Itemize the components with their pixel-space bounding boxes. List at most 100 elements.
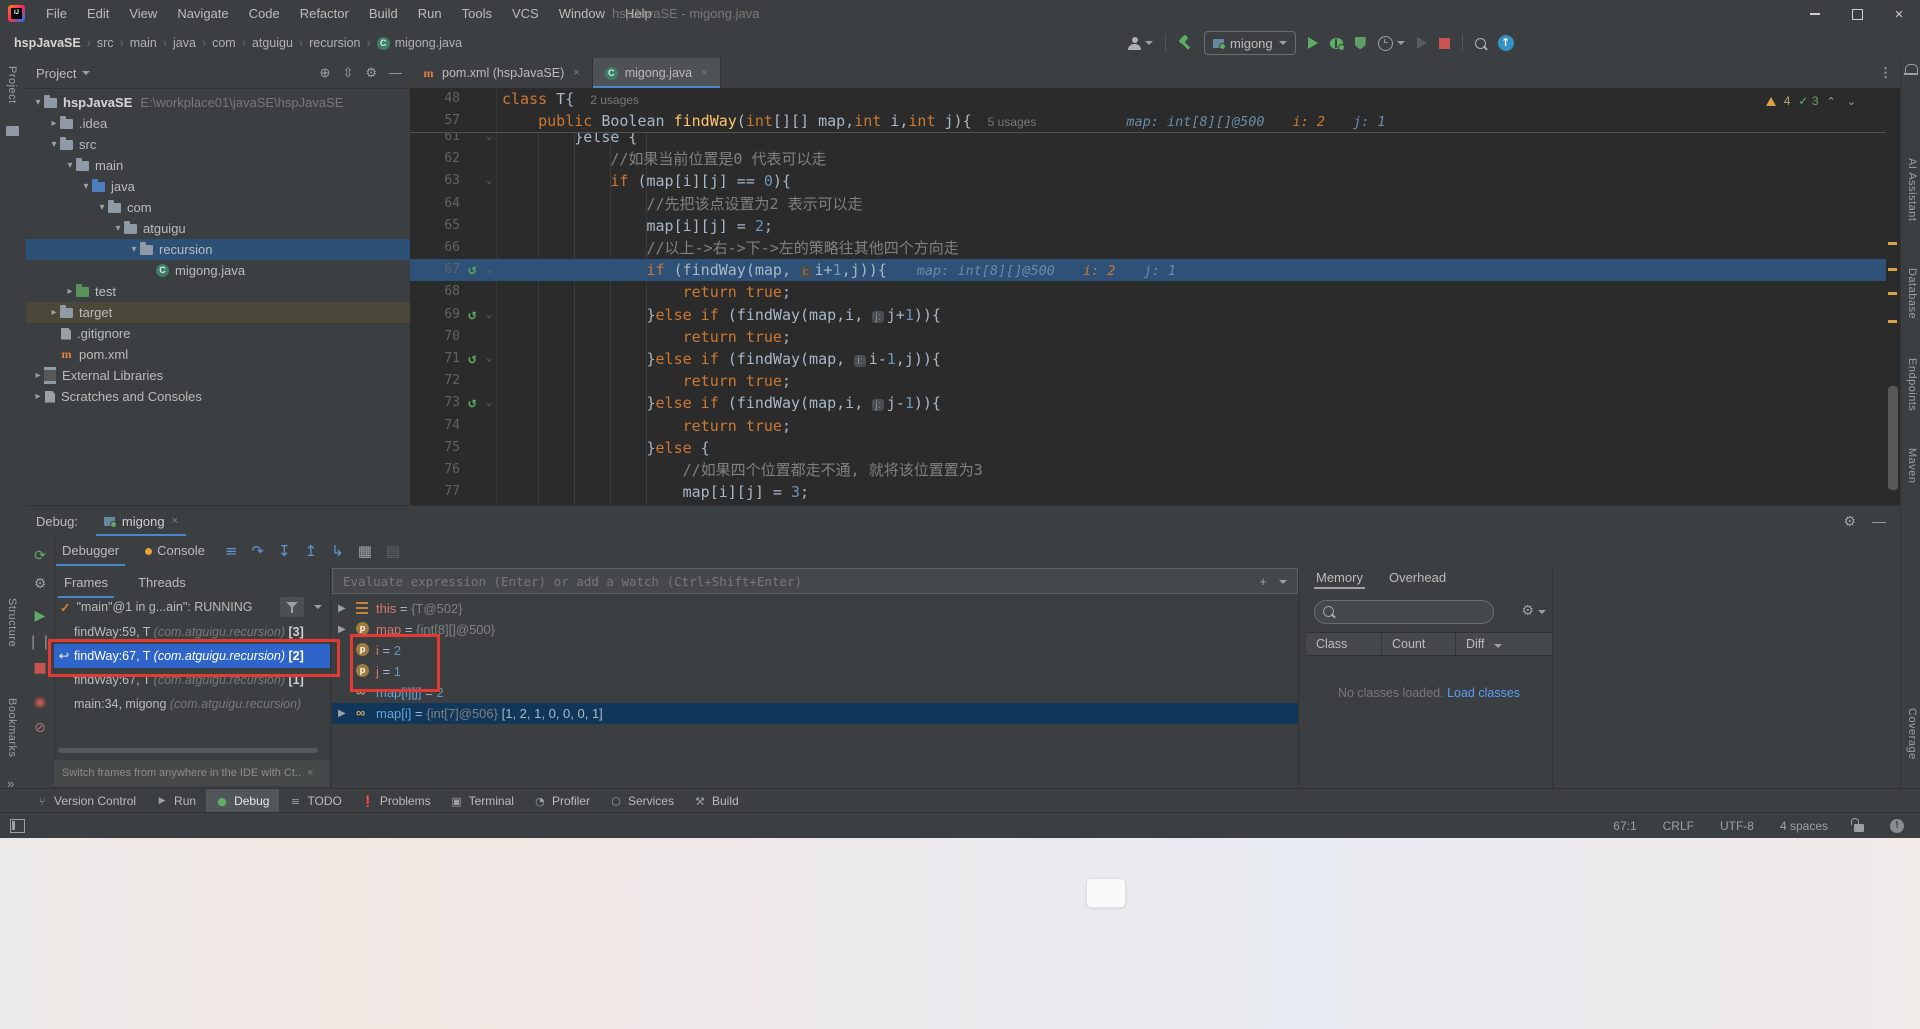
variable-row-map[interactable]: ▶map = {int[8][]@500} xyxy=(332,619,1298,640)
chevron-down-icon[interactable]: ▾ xyxy=(96,202,108,213)
chevron-right-icon[interactable]: ▸ xyxy=(32,370,44,381)
stop-button[interactable] xyxy=(1439,38,1450,49)
tool-window-toggle-icon[interactable] xyxy=(10,819,25,833)
event-log-icon[interactable]: ! xyxy=(1890,819,1904,833)
chevron-down-icon[interactable]: ▾ xyxy=(112,223,124,234)
memory-tab-overhead[interactable]: Overhead xyxy=(1387,568,1448,587)
tool-stripe-endpoints[interactable]: Endpoints xyxy=(1906,358,1918,411)
step-out-button[interactable]: ↥ xyxy=(305,542,318,560)
tree-item-test[interactable]: ▸test xyxy=(26,281,448,302)
tree-item-java[interactable]: ▾java xyxy=(26,176,464,197)
recursive-call-icon[interactable]: ↺ xyxy=(468,259,476,281)
code-line-68[interactable]: 68return true; xyxy=(410,281,1886,303)
menu-item-refactor[interactable]: Refactor xyxy=(290,0,359,28)
code-line-75[interactable]: 75}else { xyxy=(410,437,1886,459)
chevron-right-icon[interactable]: ▸ xyxy=(48,307,60,318)
status-item-67-1[interactable]: 67:1 xyxy=(1613,819,1636,833)
memory-tab-memory[interactable]: Memory xyxy=(1314,568,1365,587)
breadcrumb-item-atguigu[interactable]: atguigu xyxy=(252,36,293,50)
breadcrumb-item-main[interactable]: main xyxy=(130,36,157,50)
breadcrumb-item-file[interactable]: migong.java xyxy=(395,36,462,50)
frames-horizontal-scrollbar[interactable] xyxy=(58,748,318,753)
gear-icon[interactable]: ⚙ xyxy=(1521,602,1534,619)
code-line-77[interactable]: 77map[i][j] = 3; xyxy=(410,481,1886,503)
chevron-down-icon[interactable] xyxy=(1538,610,1546,614)
warning-stripe-mark[interactable] xyxy=(1888,320,1897,323)
run-configuration-select[interactable]: migong xyxy=(1204,31,1296,55)
gear-icon[interactable]: ⚙ xyxy=(1843,513,1856,530)
status-item-utf-8[interactable]: UTF-8 xyxy=(1720,819,1754,833)
lock-icon[interactable] xyxy=(1854,824,1864,832)
breadcrumb-item-java[interactable]: java xyxy=(173,36,196,50)
editor-scrollbar[interactable] xyxy=(1886,88,1900,505)
tree-item-src[interactable]: ▾src xyxy=(26,134,432,155)
menu-item-edit[interactable]: Edit xyxy=(77,0,119,28)
maximize-button[interactable] xyxy=(1836,0,1878,28)
breadcrumb-item-hspJavaSE[interactable]: hspJavaSE xyxy=(14,36,81,50)
recursive-call-icon[interactable]: ↺ xyxy=(468,392,476,414)
evaluate-expression-input[interactable]: Evaluate expression (Enter) or add a wat… xyxy=(332,568,1298,594)
code-line-76[interactable]: 76//如果四个位置都走不通, 就将该位置置为3 xyxy=(410,459,1886,481)
recursive-call-icon[interactable]: ↺ xyxy=(468,348,476,370)
column-diff[interactable]: Diff xyxy=(1456,633,1550,655)
tool-window-button-debug[interactable]: ●Debug xyxy=(206,789,279,813)
debug-tab-console[interactable]: Console xyxy=(139,536,211,566)
tool-window-button-profiler[interactable]: ◔Profiler xyxy=(524,789,600,813)
tree-item-pom-xml[interactable]: pom.xml xyxy=(26,344,432,365)
code-line-61[interactable]: 61⌄}else { xyxy=(410,132,1886,148)
evaluate-expression-button[interactable]: ▦ xyxy=(358,542,372,560)
chevron-down-icon[interactable] xyxy=(1279,580,1287,584)
chevron-right-icon[interactable]: ▸ xyxy=(64,286,76,297)
tool-window-button-terminal[interactable]: ▣Terminal xyxy=(441,789,524,813)
chevron-right-icon[interactable]: ▸ xyxy=(48,118,60,129)
stop-button[interactable]: ■ xyxy=(26,660,54,676)
chevron-right-icon[interactable]: ▶ xyxy=(338,703,346,724)
fold-marker-icon[interactable]: ⌄ xyxy=(486,391,493,413)
run-with-coverage-button[interactable] xyxy=(1355,37,1366,50)
tab-options-icon[interactable]: ⋮ xyxy=(1879,58,1892,88)
rerun-button[interactable]: ⟳ xyxy=(26,548,54,564)
layout-settings-button[interactable]: ▤ xyxy=(386,542,400,560)
tool-stripe-project[interactable]: Project xyxy=(6,66,18,104)
variable-row-j[interactable]: j = 1 xyxy=(332,661,1298,682)
tool-stripe-ai-assistant[interactable]: AI Assistant xyxy=(1906,158,1918,221)
tree-item-external-libraries[interactable]: ▸External Libraries xyxy=(26,365,416,386)
add-watch-icon[interactable]: + xyxy=(1259,574,1267,589)
load-classes-link[interactable]: Load classes xyxy=(1447,686,1520,700)
code-line-69[interactable]: 69↺⌄}else if (findWay(map,i, j:j+1)){ xyxy=(410,304,1886,326)
variable-row-map-i-j-[interactable]: ∞map[i][j] = 2 xyxy=(332,682,1298,703)
chevron-right-icon[interactable]: ▸ xyxy=(32,391,44,402)
fold-marker-icon[interactable]: ⌄ xyxy=(486,303,493,325)
tool-stripe-maven[interactable]: Maven xyxy=(1906,448,1918,484)
step-out-of-block-button[interactable]: ↳ xyxy=(331,542,344,560)
fold-marker-icon[interactable]: ⌄ xyxy=(486,258,493,280)
fold-marker-icon[interactable]: ⌄ xyxy=(486,347,493,369)
code-line-63[interactable]: 63⌄if (map[i][j] == 0){ xyxy=(410,170,1886,192)
code-line-67[interactable]: 67↺⌄if (findWay(map, i:i+1,j)){map: int[… xyxy=(410,259,1886,281)
variable-row-this[interactable]: ▶this = {T@502} xyxy=(332,598,1298,619)
debug-button[interactable] xyxy=(1330,38,1343,49)
frame-row-4[interactable]: main:34, migong (com.atguigu.recursion) xyxy=(54,692,330,716)
inspections-widget[interactable]: 4 ✓ 3 ⌃ ⌄ xyxy=(1766,94,1860,108)
search-everywhere-button[interactable] xyxy=(1475,38,1486,49)
project-stripe-icon[interactable] xyxy=(6,126,19,136)
column-count[interactable]: Count xyxy=(1382,633,1456,655)
tree-item-target[interactable]: ▸target xyxy=(26,302,432,323)
scrollbar-thumb[interactable] xyxy=(1888,386,1898,490)
close-icon[interactable]: × xyxy=(573,67,579,79)
show-execution-point-button[interactable]: ≡ xyxy=(225,542,238,560)
chevron-right-icon[interactable]: ▶ xyxy=(338,598,346,619)
tool-window-button-build[interactable]: ⚒Build xyxy=(684,789,749,813)
breadcrumb-item-com[interactable]: com xyxy=(212,36,236,50)
close-icon[interactable]: × xyxy=(172,515,178,527)
menu-item-window[interactable]: Window xyxy=(549,0,615,28)
warning-stripe-mark[interactable] xyxy=(1888,242,1897,245)
tree-item--idea[interactable]: ▸.idea xyxy=(26,113,432,134)
warning-stripe-mark[interactable] xyxy=(1888,268,1897,271)
breadcrumb-item-recursion[interactable]: recursion xyxy=(309,36,360,50)
view-breakpoints-button[interactable]: ◉ xyxy=(26,694,54,710)
build-hammer-icon[interactable] xyxy=(1178,36,1192,50)
tree-item--gitignore[interactable]: .gitignore xyxy=(26,323,432,344)
menu-item-code[interactable]: Code xyxy=(239,0,290,28)
locate-file-icon[interactable]: ⊕ xyxy=(320,65,331,81)
